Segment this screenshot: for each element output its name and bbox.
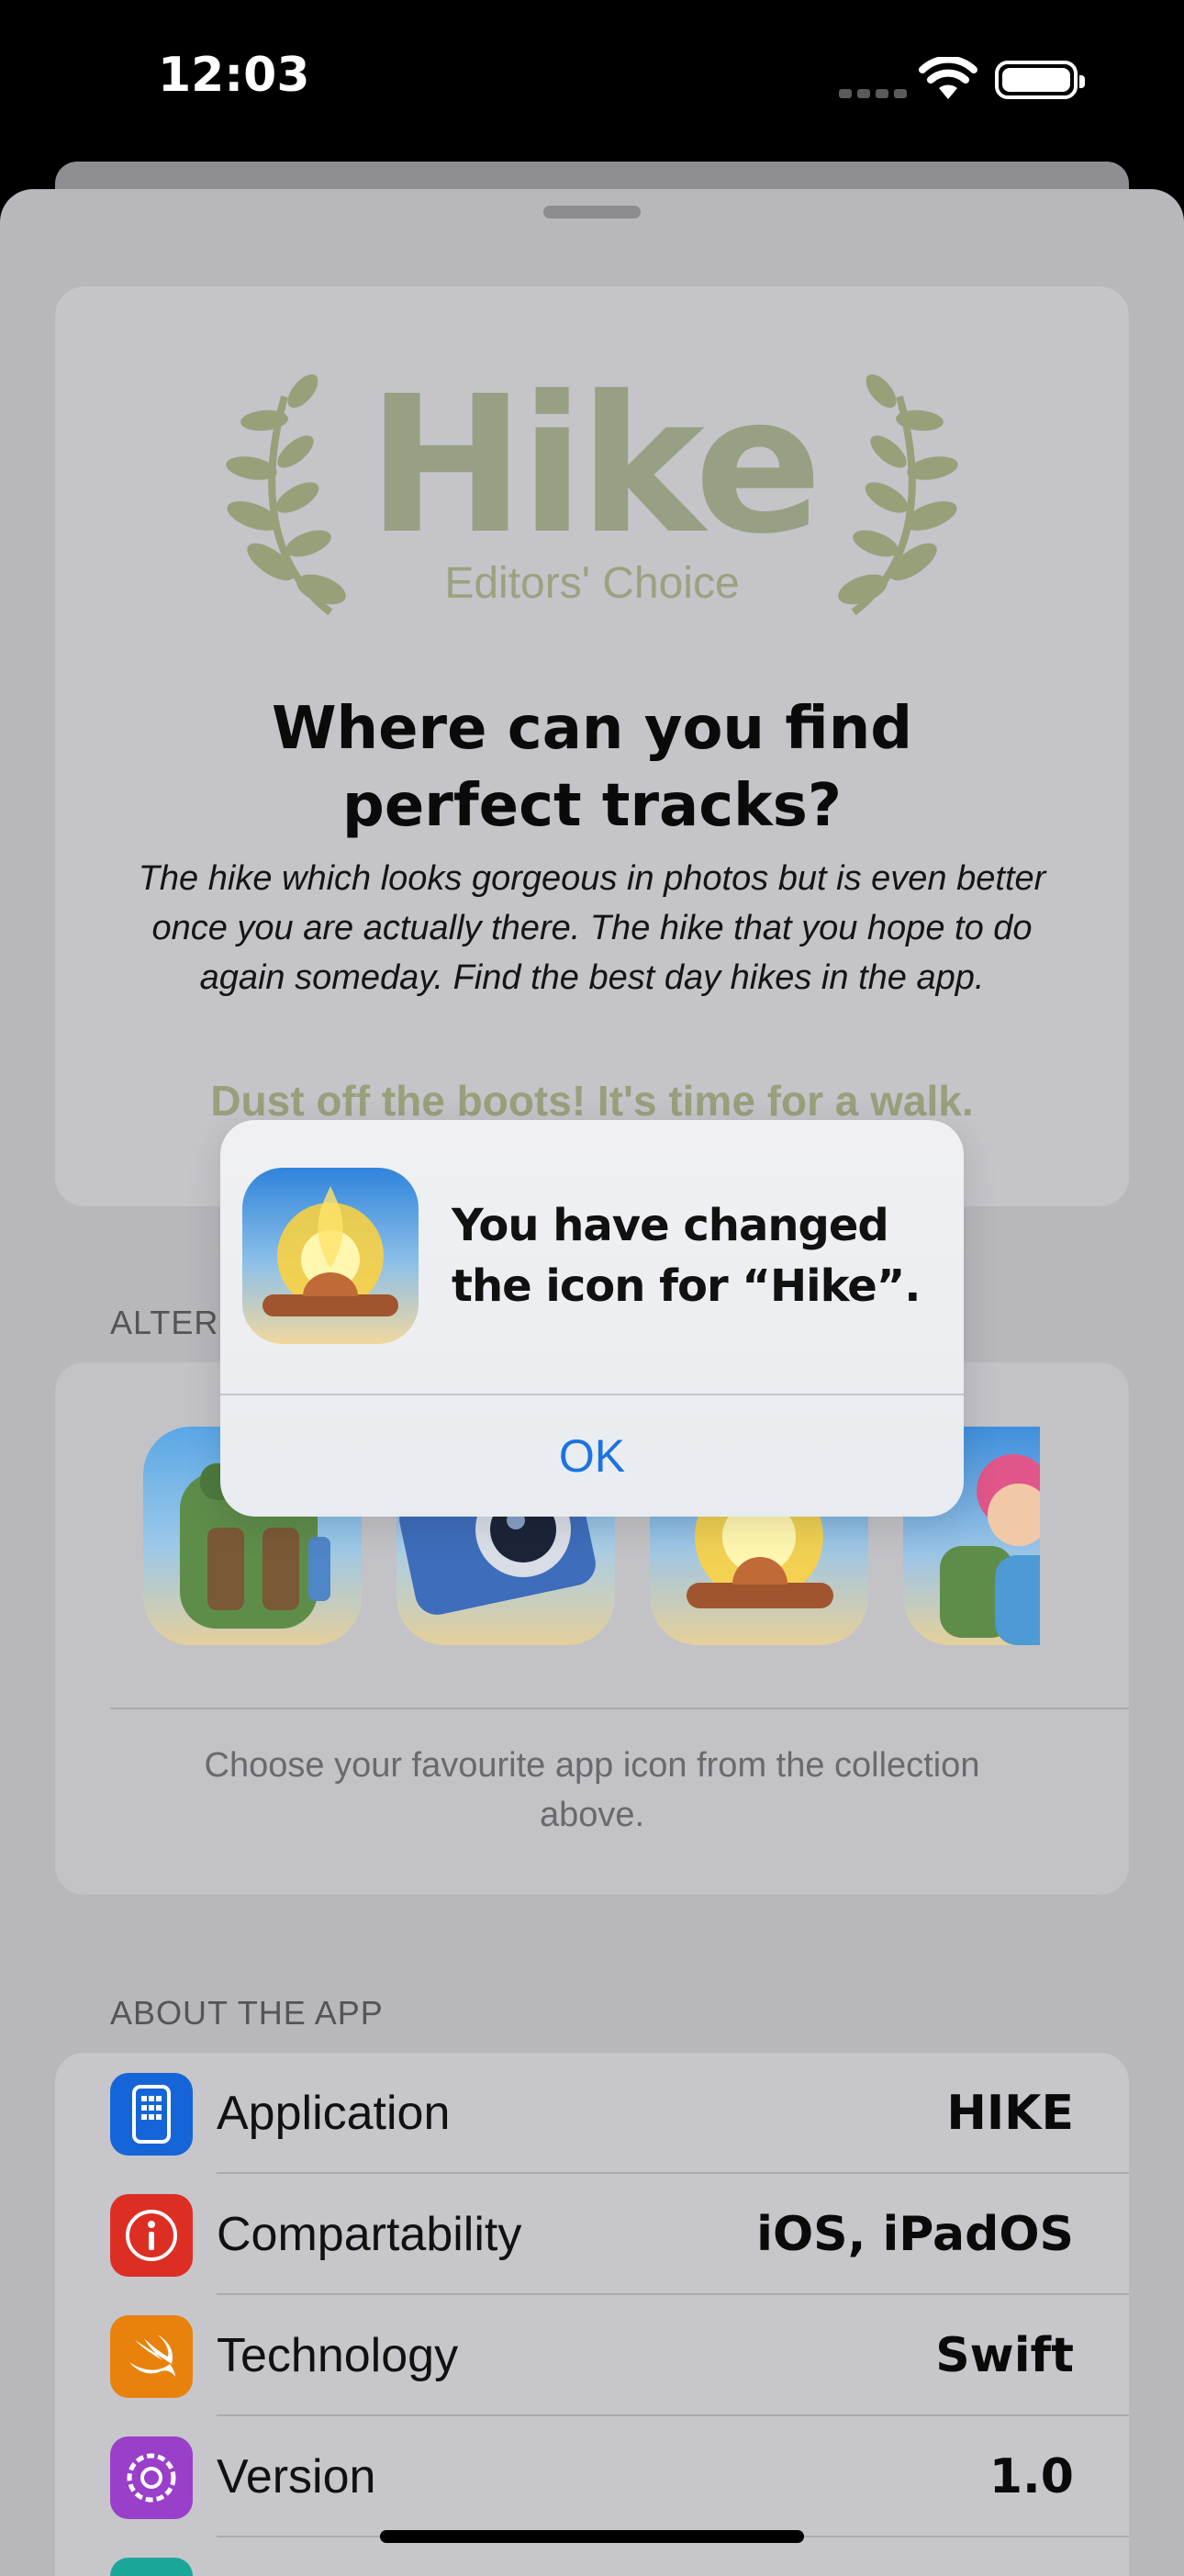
wifi-icon xyxy=(919,57,977,99)
gear-icon xyxy=(110,2436,193,2519)
about-value: Swift xyxy=(935,2328,1074,2383)
brand-title: Hike xyxy=(366,355,822,576)
about-card: Application HIKE Compartability iOS, iPa… xyxy=(55,2053,1129,2576)
about-label: Application xyxy=(217,2087,451,2140)
editors-choice-badge: Editors' Choice xyxy=(444,559,740,608)
sheet-grabber[interactable] xyxy=(543,206,641,218)
icon-changed-alert: You have changed the icon for “Hike”. OK xyxy=(220,1120,964,1517)
status-bar: 12:03 xyxy=(0,0,1184,184)
about-value: HIKE xyxy=(946,2086,1074,2141)
icons-note: Choose your favourite app icon from the … xyxy=(204,1746,980,1834)
hero-tagline: Dust off the boots! It's time for a walk… xyxy=(210,1077,974,1125)
about-section-label: ABOUT THE APP xyxy=(110,1994,384,2032)
apps-icon xyxy=(110,2073,193,2156)
about-label: Technology xyxy=(217,2329,459,2382)
about-row-application: Application HIKE xyxy=(55,2053,1129,2174)
ok-button[interactable]: OK xyxy=(220,1395,964,1517)
battery-icon xyxy=(995,61,1085,99)
about-row-compatibility: Compartability iOS, iPadOS xyxy=(55,2174,1129,2295)
swift-icon xyxy=(110,2315,193,2398)
hero-description: The hike which looks gorgeous in photos … xyxy=(138,859,1046,997)
hero-card: Hike Editors' Choice Where can you find … xyxy=(55,286,1129,1206)
about-label: Compartability xyxy=(217,2208,522,2261)
about-row-more xyxy=(55,2537,1129,2576)
cellular-icon xyxy=(839,86,912,103)
campfire-icon xyxy=(242,1168,419,1344)
about-value: iOS, iPadOS xyxy=(756,2207,1074,2262)
hero-heading: Where can you find perfect tracks? xyxy=(271,695,913,840)
about-row-version: Version 1.0 xyxy=(55,2416,1129,2537)
icons-section-label: ALTER xyxy=(110,1304,219,1341)
next-row-icon xyxy=(110,2558,193,2576)
about-value: 1.0 xyxy=(989,2449,1074,2504)
info-icon xyxy=(110,2194,193,2277)
about-label: Version xyxy=(217,2450,376,2503)
alert-message: You have changed the icon for “Hike”. xyxy=(452,1200,922,1312)
status-time: 12:03 xyxy=(158,48,310,103)
about-row-technology: Technology Swift xyxy=(55,2295,1129,2416)
home-indicator[interactable] xyxy=(380,2530,804,2543)
icons-divider xyxy=(110,1708,1129,1709)
